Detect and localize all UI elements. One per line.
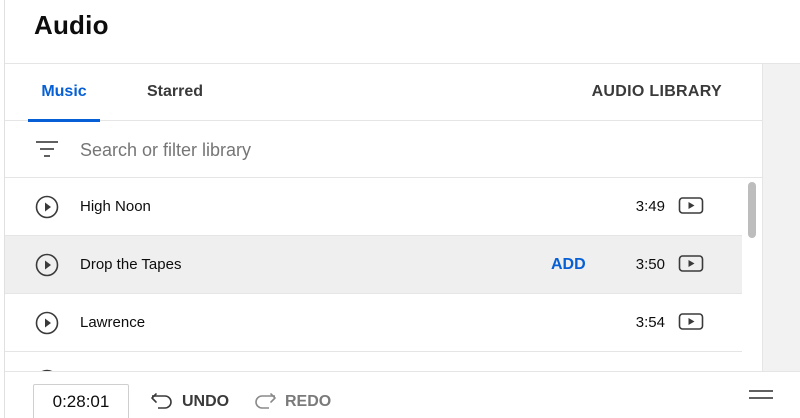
undo-label: UNDO (182, 393, 230, 410)
video-preview-icon[interactable] (678, 312, 704, 332)
track-row[interactable]: Lawrence 3:54 (5, 294, 742, 352)
add-track-button[interactable]: ADD (551, 236, 586, 293)
track-duration: 3:50 (635, 256, 665, 273)
filter-icon[interactable] (36, 139, 58, 159)
tab-bar: Music Starred AUDIO LIBRARY (5, 64, 762, 122)
play-circle-icon[interactable] (35, 253, 59, 277)
tab-starred-label: Starred (146, 83, 204, 100)
timecode-field[interactable]: 0:28:01 (33, 384, 129, 418)
play-circle-icon[interactable] (35, 195, 59, 219)
audio-panel: Music Starred AUDIO LIBRARY Hig (5, 64, 762, 371)
redo-label: REDO (285, 393, 332, 410)
search-row (5, 121, 762, 178)
track-row[interactable]: Drop the Tapes ADD 3:50 (5, 236, 742, 294)
video-preview-icon[interactable] (678, 196, 704, 216)
undo-button[interactable]: UNDO (150, 384, 229, 418)
play-circle-icon[interactable] (35, 311, 59, 335)
audio-library-link[interactable]: AUDIO LIBRARY (592, 64, 722, 121)
track-list: High Noon 3:49 Drop the Tapes ADD 3:50 L… (5, 178, 742, 371)
page-header: Audio (5, 0, 800, 64)
hamburger-menu-icon[interactable] (749, 387, 773, 403)
track-duration: 3:49 (635, 198, 665, 215)
tab-starred[interactable]: Starred (137, 64, 213, 121)
track-title: Drop the Tapes (80, 256, 182, 273)
preview-pane (762, 64, 800, 371)
scrollbar[interactable] (745, 178, 759, 371)
redo-button[interactable]: REDO (253, 384, 331, 418)
page-title: Audio (34, 10, 109, 40)
tab-music[interactable]: Music (28, 64, 100, 122)
footer-toolbar: 0:28:01 UNDO REDO (5, 371, 800, 418)
search-input[interactable] (80, 135, 680, 165)
video-preview-icon[interactable] (678, 254, 704, 274)
track-row[interactable] (5, 352, 742, 371)
track-title: Lawrence (80, 314, 146, 331)
track-title: High Noon (80, 198, 151, 215)
track-row[interactable]: High Noon 3:49 (5, 178, 742, 236)
track-duration: 3:54 (635, 314, 665, 331)
redo-arrow-icon (255, 392, 276, 409)
scrollbar-thumb[interactable] (748, 182, 756, 238)
undo-arrow-icon (151, 392, 172, 409)
tab-music-label: Music (41, 83, 87, 100)
audio-editor-page: Audio Music Starred AUDIO LIBRARY Search… (0, 0, 800, 418)
